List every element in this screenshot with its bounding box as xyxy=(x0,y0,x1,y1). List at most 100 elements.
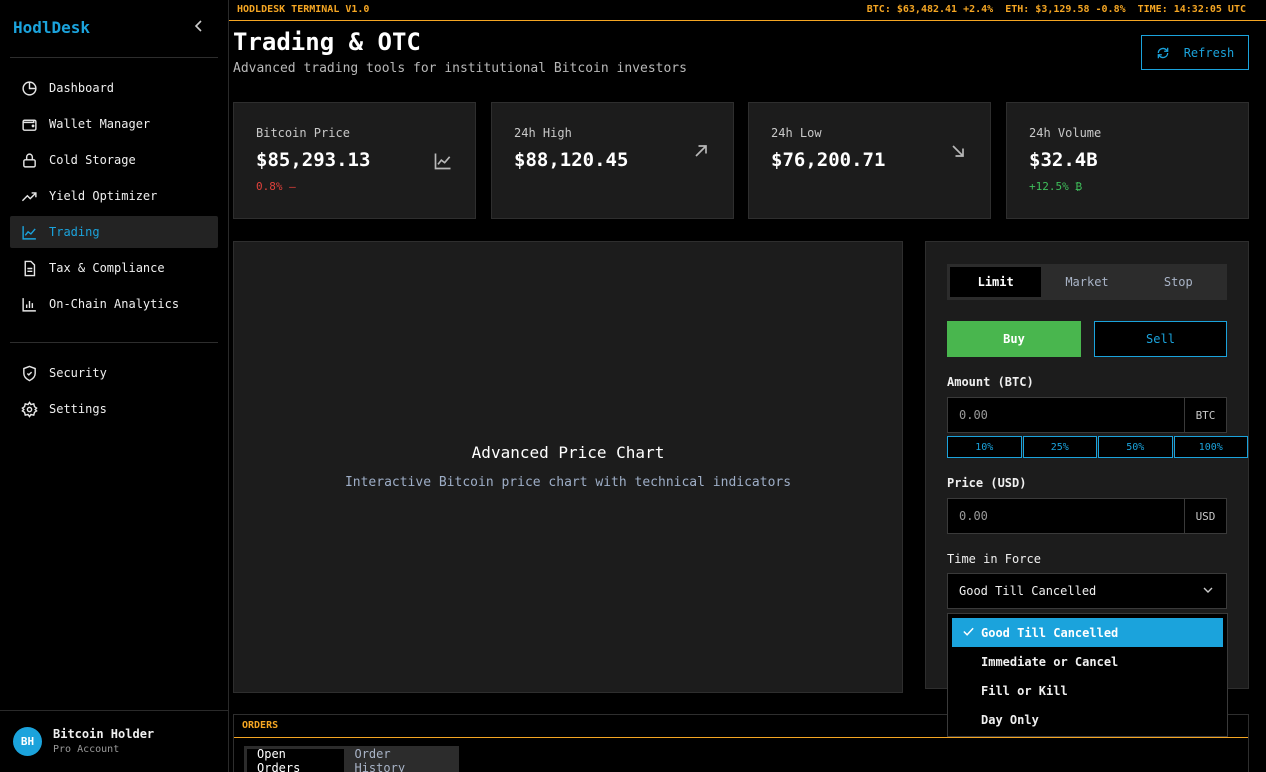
option-label: Fill or Kill xyxy=(981,683,1068,698)
document-icon xyxy=(24,260,36,276)
eth-ticker: ETH: $3,129.58 -0.8% xyxy=(1005,4,1126,15)
page-title: Trading & OTC xyxy=(233,28,421,56)
order-type-tabs: Limit Market Stop xyxy=(947,264,1227,300)
wallet-icon xyxy=(22,119,37,131)
price-input[interactable]: 0.00 xyxy=(947,498,1185,534)
line-chart-icon xyxy=(434,153,451,170)
lock-icon xyxy=(23,152,36,168)
chevron-down-icon xyxy=(1203,587,1213,593)
amount-label: Amount (BTC) xyxy=(947,375,1034,389)
sidebar-item-yield-optimizer[interactable]: Yield Optimizer xyxy=(10,180,218,212)
time-in-force-dropdown: Good Till Cancelled Immediate or Cancel … xyxy=(947,613,1228,737)
sidebar-item-dashboard[interactable]: Dashboard xyxy=(10,72,218,104)
stat-value: $76,200.71 xyxy=(771,149,886,171)
gear-icon xyxy=(21,400,38,418)
amount-input[interactable]: 0.00 xyxy=(947,397,1185,433)
refresh-button[interactable]: Refresh xyxy=(1141,35,1249,70)
option-label: Day Only xyxy=(981,712,1039,727)
tab-order-history[interactable]: Order History xyxy=(344,747,456,772)
sidebar-divider xyxy=(10,342,218,343)
sidebar-item-label: Cold Storage xyxy=(49,153,136,167)
refresh-icon xyxy=(1157,47,1169,58)
time-in-force-label: Time in Force xyxy=(947,552,1041,566)
sidebar-item-trading[interactable]: Trading xyxy=(10,216,218,248)
sidebar-item-label: Yield Optimizer xyxy=(49,189,158,203)
option-good-till-cancelled[interactable]: Good Till Cancelled xyxy=(952,618,1223,647)
price-label: Price (USD) xyxy=(947,476,1027,490)
time-in-force-select[interactable]: Good Till Cancelled xyxy=(947,573,1227,609)
user-name: Bitcoin Holder xyxy=(53,727,155,741)
arrow-down-right-icon xyxy=(952,145,964,157)
stat-card-24h-high: 24h High $88,120.45 xyxy=(491,102,734,219)
stat-change: +12.5% ₿ xyxy=(1029,180,1082,193)
percent-10-button[interactable]: 10% xyxy=(947,436,1022,458)
tab-open-orders[interactable]: Open Orders xyxy=(247,747,345,772)
sidebar-item-settings[interactable]: Settings xyxy=(10,393,218,425)
amount-input-group: 0.00 BTC xyxy=(947,397,1227,433)
price-unit: USD xyxy=(1185,498,1227,534)
stat-card-24h-volume: 24h Volume $32.4B +12.5% ₿ xyxy=(1006,102,1249,219)
page-subtitle: Advanced trading tools for institutional… xyxy=(233,61,687,76)
btc-ticker: BTC: $63,482.41 +2.4% xyxy=(866,4,994,15)
option-label: Immediate or Cancel xyxy=(981,654,1119,669)
tab-stop[interactable]: Stop xyxy=(1133,267,1224,297)
chart-title: Advanced Price Chart xyxy=(471,443,665,462)
option-fill-or-kill[interactable]: Fill or Kill xyxy=(952,676,1223,705)
sidebar-item-tax-compliance[interactable]: Tax & Compliance xyxy=(10,252,218,284)
sidebar-item-cold-storage[interactable]: Cold Storage xyxy=(10,144,218,176)
shield-icon xyxy=(23,365,36,381)
sidebar-item-security[interactable]: Security xyxy=(10,357,218,389)
percent-100-button[interactable]: 100% xyxy=(1173,436,1248,458)
sidebar-item-label: Trading xyxy=(49,225,100,239)
sidebar-item-wallet-manager[interactable]: Wallet Manager xyxy=(10,108,218,140)
ticker-bar: HODLDESK TERMINAL V1.0 BTC: $63,482.41 +… xyxy=(229,0,1266,21)
sidebar-divider xyxy=(10,57,218,58)
stat-value: $88,120.45 xyxy=(514,149,629,171)
stat-card-24h-low: 24h Low $76,200.71 xyxy=(748,102,991,219)
avatar: BH xyxy=(13,727,42,756)
buy-button[interactable]: Buy xyxy=(947,321,1081,357)
pie-chart-icon xyxy=(22,80,37,96)
percent-buttons: 10% 25% 50% 100% xyxy=(947,436,1249,458)
stat-change: 0.8% — xyxy=(256,180,296,193)
user-profile[interactable]: BH Bitcoin Holder Pro Account xyxy=(0,710,228,772)
sidebar-item-label: On-Chain Analytics xyxy=(49,297,180,311)
option-day-only[interactable]: Day Only xyxy=(952,705,1223,734)
sidebar-item-label: Security xyxy=(49,366,107,380)
option-immediate-or-cancel[interactable]: Immediate or Cancel xyxy=(952,647,1223,676)
percent-25-button[interactable]: 25% xyxy=(1022,436,1097,458)
terminal-title: HODLDESK TERMINAL V1.0 xyxy=(237,4,370,15)
trending-up-icon xyxy=(21,191,37,201)
line-chart-icon xyxy=(22,225,36,240)
brand-logo[interactable]: HodlDesk xyxy=(13,18,90,37)
stat-value: $32.4B xyxy=(1029,149,1098,171)
stat-label: 24h High xyxy=(514,126,572,140)
sidebar-item-label: Dashboard xyxy=(49,81,115,95)
sidebar-item-on-chain-analytics[interactable]: On-Chain Analytics xyxy=(10,288,218,320)
sell-button[interactable]: Sell xyxy=(1094,321,1227,357)
chart-subtitle: Interactive Bitcoin price chart with tec… xyxy=(344,475,792,490)
stat-card-bitcoin-price: Bitcoin Price $85,293.13 0.8% — xyxy=(233,102,476,219)
bar-chart-icon xyxy=(22,297,36,312)
clock: TIME: 14:32:05 UTC xyxy=(1137,4,1246,15)
stat-label: 24h Volume xyxy=(1029,126,1102,140)
sidebar-item-label: Settings xyxy=(49,402,107,416)
option-label: Good Till Cancelled xyxy=(981,625,1119,640)
stat-value: $85,293.13 xyxy=(256,149,371,171)
time-in-force-value: Good Till Cancelled xyxy=(959,584,1097,598)
sidebar-item-label: Wallet Manager xyxy=(49,117,151,131)
collapse-sidebar-icon[interactable] xyxy=(193,18,207,38)
percent-50-button[interactable]: 50% xyxy=(1098,436,1173,458)
price-chart-panel[interactable]: Advanced Price Chart Interactive Bitcoin… xyxy=(233,241,903,693)
price-input-group: 0.00 USD xyxy=(947,498,1227,534)
arrow-up-right-icon xyxy=(695,145,707,157)
sidebar-item-label: Tax & Compliance xyxy=(49,261,165,275)
stat-label: 24h Low xyxy=(771,126,822,140)
tab-market[interactable]: Market xyxy=(1041,267,1132,297)
tab-limit[interactable]: Limit xyxy=(950,267,1042,297)
user-role: Pro Account xyxy=(53,744,120,755)
amount-unit: BTC xyxy=(1185,397,1227,433)
check-icon xyxy=(963,627,974,636)
orders-tabs: Open Orders Order History xyxy=(244,746,459,772)
stat-label: Bitcoin Price xyxy=(256,126,350,140)
